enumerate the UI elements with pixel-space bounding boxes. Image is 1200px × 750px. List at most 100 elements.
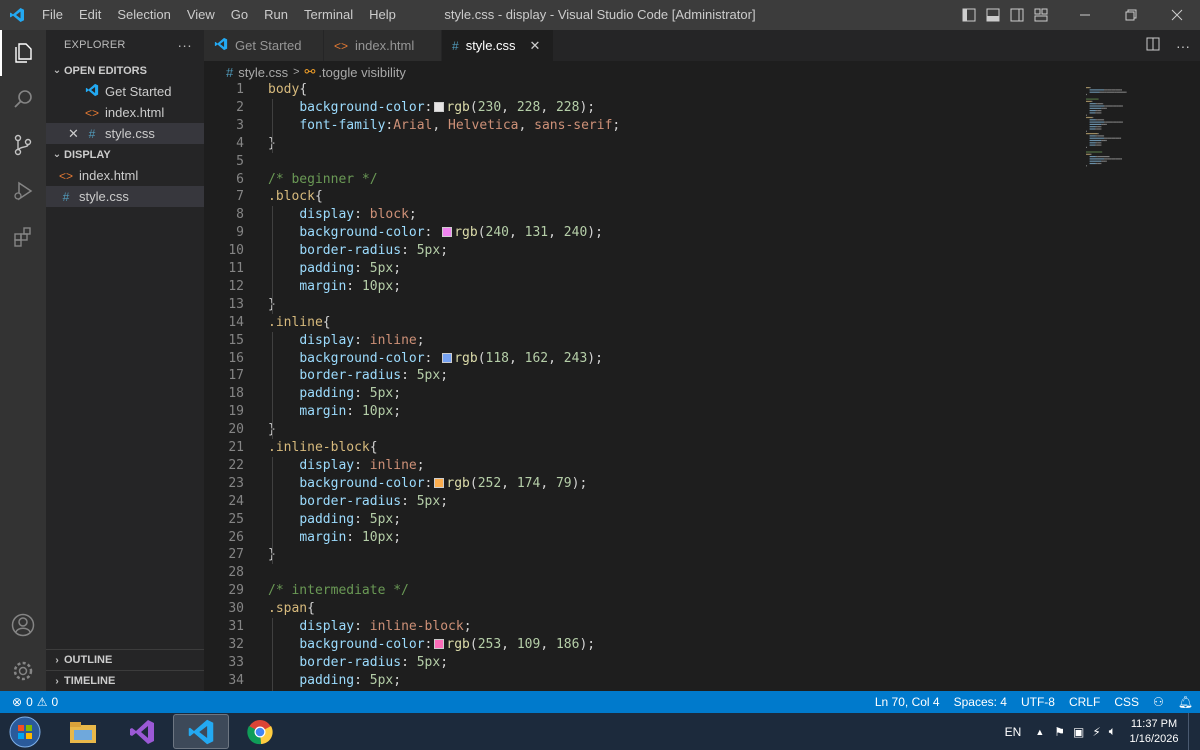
extensions-icon[interactable] (0, 214, 46, 260)
power-icon[interactable]: ⚡ (1092, 725, 1100, 739)
menu-selection[interactable]: Selection (109, 0, 178, 30)
show-hidden-icons-icon[interactable]: ▲ (1035, 727, 1044, 737)
file-index-html[interactable]: <> index.html (46, 165, 204, 186)
minimap-line (1103, 135, 1105, 137)
open-editor-style-css[interactable]: ✕ # style.css (46, 123, 204, 144)
menu-help[interactable]: Help (361, 0, 404, 30)
accounts-icon[interactable] (0, 602, 46, 648)
open-editor-index-html[interactable]: <> index.html (46, 102, 204, 123)
menu-file[interactable]: File (34, 0, 71, 30)
windows-start-icon[interactable] (4, 714, 46, 750)
open-editors-label: OPEN EDITORS (64, 64, 147, 77)
toggle-sidebar-icon[interactable] (960, 6, 978, 24)
problems-indicator[interactable]: ⊗ 0 ⚠ 0 (0, 695, 58, 709)
menu-edit[interactable]: Edit (71, 0, 109, 30)
editor-tabs: Get Started <> index.html # style.css ✕ … (204, 30, 1200, 61)
outline-section[interactable]: › OUTLINE (46, 649, 204, 670)
minimap-line (1089, 105, 1104, 107)
toggle-secondary-sidebar-icon[interactable] (1008, 6, 1026, 24)
color-swatch[interactable] (442, 352, 453, 363)
breadcrumb-file[interactable]: style.css (238, 65, 288, 80)
code-editor[interactable]: 1 body{2 background-color: rgb(230, 228, 2… (204, 83, 1200, 691)
language-mode[interactable]: CSS (1107, 695, 1146, 709)
end-of-line[interactable]: CRLF (1062, 695, 1107, 709)
menu-view[interactable]: View (179, 0, 223, 30)
tab-style-css[interactable]: # style.css ✕ (442, 30, 554, 61)
more-actions-icon[interactable]: ··· (1176, 38, 1190, 54)
restore-icon[interactable] (1108, 0, 1154, 30)
file-style-css[interactable]: # style.css (46, 186, 204, 207)
minimap-line (1095, 126, 1098, 128)
source-control-icon[interactable] (0, 122, 46, 168)
minimap-line (1089, 128, 1095, 130)
tab-index-html[interactable]: <> index.html (324, 30, 442, 61)
token: .block (268, 189, 315, 205)
token: display (299, 457, 355, 473)
explorer-icon[interactable] (0, 30, 46, 76)
minimap[interactable] (1080, 83, 1186, 215)
tab-get-started[interactable]: Get Started (204, 30, 324, 61)
chrome-icon[interactable] (232, 714, 288, 749)
minimap-line (1095, 156, 1098, 158)
toggle-panel-icon[interactable] (984, 6, 1002, 24)
menu-run[interactable]: Run (256, 0, 296, 30)
minimap-line (1108, 89, 1112, 91)
menu-go[interactable]: Go (223, 0, 256, 30)
minimap-line (1086, 151, 1103, 153)
timeline-section[interactable]: › TIMELINE (46, 670, 204, 691)
folder-display-section[interactable]: ⌄ DISPLAY (46, 144, 204, 165)
minimize-icon[interactable] (1062, 0, 1108, 30)
minimap-line (1117, 158, 1121, 160)
indentation[interactable]: Spaces: 4 (947, 695, 1014, 709)
minimap-line (1089, 87, 1091, 89)
minimap-line (1101, 107, 1104, 109)
show-desktop-button[interactable] (1188, 713, 1200, 750)
network-icon[interactable]: ▣ (1073, 725, 1084, 739)
close-editor-icon[interactable]: ✕ (68, 126, 84, 142)
breadcrumb-symbol[interactable]: .toggle visibility (318, 65, 405, 80)
feedback-icon[interactable]: ⚇ (1146, 695, 1171, 709)
volume-icon[interactable]: 🔈︎ (1109, 724, 1116, 739)
editor-scrollbar[interactable] (1186, 83, 1200, 691)
notifications-bell-icon[interactable]: 🔔︎ (1171, 695, 1200, 709)
file-explorer-icon[interactable] (55, 714, 111, 749)
color-swatch[interactable] (434, 477, 445, 488)
token: 5px (416, 493, 441, 509)
customize-layout-icon[interactable] (1032, 6, 1050, 24)
minimap-line (1086, 146, 1087, 148)
color-swatch[interactable] (434, 101, 445, 112)
vscode-logo-icon[interactable] (0, 0, 34, 30)
cursor-position[interactable]: Ln 70, Col 4 (868, 695, 947, 709)
minimap-line (1119, 137, 1122, 139)
token: : (401, 654, 417, 670)
close-window-icon[interactable] (1154, 0, 1200, 30)
encoding[interactable]: UTF-8 (1014, 695, 1062, 709)
warning-icon: ⚠ (36, 695, 48, 709)
line-text: .span{ (268, 600, 315, 618)
visual-studio-icon[interactable] (114, 714, 170, 749)
token: , (509, 350, 525, 366)
menu-terminal[interactable]: Terminal (296, 0, 361, 30)
open-editors-section[interactable]: ⌄ OPEN EDITORS (46, 60, 204, 81)
indent-guide (272, 331, 273, 439)
open-editor-get-started[interactable]: Get Started (46, 81, 204, 102)
clock[interactable]: 11:37 PM 1/16/2026 (1124, 717, 1184, 747)
more-actions-icon[interactable]: ··· (177, 37, 192, 53)
close-tab-icon[interactable]: ✕ (530, 38, 541, 54)
token: block (369, 207, 409, 223)
settings-gear-icon[interactable] (0, 648, 46, 694)
token: background-color (299, 225, 425, 241)
minimap-line (1095, 144, 1097, 146)
run-debug-icon[interactable] (0, 168, 46, 214)
search-icon[interactable] (0, 76, 46, 122)
split-editor-icon[interactable] (1146, 37, 1160, 54)
minimap-line (1086, 114, 1087, 116)
vscode-taskbar-icon[interactable] (173, 714, 229, 749)
action-center-flag-icon[interactable]: ⚑ (1054, 725, 1065, 739)
minimap-line (1100, 162, 1102, 165)
color-swatch[interactable] (434, 638, 445, 649)
input-language[interactable]: EN (1005, 725, 1022, 739)
color-swatch[interactable] (442, 227, 453, 238)
line-number: 21 (228, 440, 244, 455)
minimap-line (1109, 105, 1113, 107)
